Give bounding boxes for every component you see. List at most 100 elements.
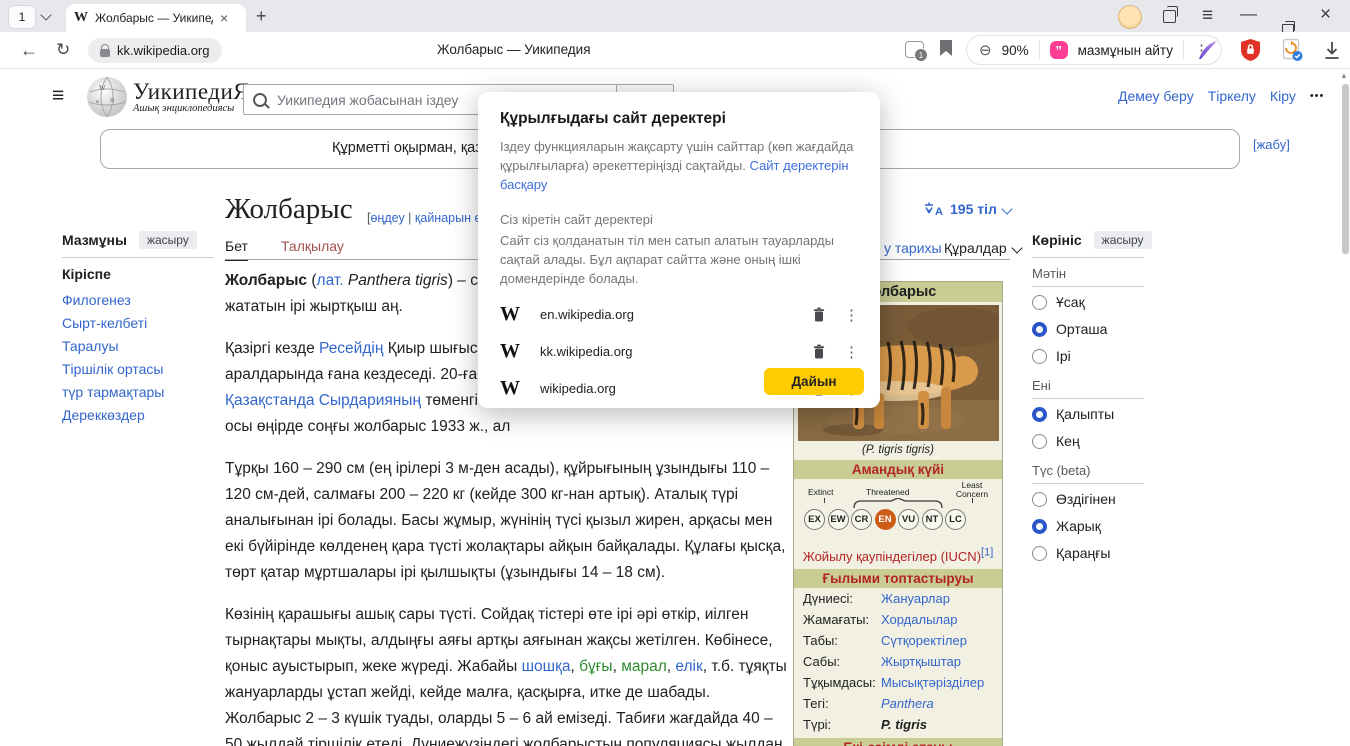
separator: | (405, 211, 415, 225)
header-more-icon[interactable]: ••• (1310, 90, 1325, 102)
divider (1032, 286, 1144, 287)
new-tab-button[interactable]: + (256, 6, 267, 27)
site-menu-icon[interactable]: ⋮ (844, 343, 854, 361)
site-row-en: W en.wikipedia.org ⋮ (500, 296, 858, 333)
reload-icon[interactable]: ↻ (56, 40, 70, 60)
latin-link[interactable]: лат. (317, 272, 344, 289)
toc-item-subspecies[interactable]: түр тармақтары (62, 384, 164, 400)
edit-links: [өңдеу | қайнарын өңд (367, 211, 496, 225)
tax-row-species: Түрі:P. tigris (794, 714, 1002, 735)
tab-counter-button[interactable]: 1 (8, 5, 36, 29)
radio-color-light[interactable]: Жарық (1032, 518, 1101, 534)
back-icon[interactable]: ← (20, 40, 38, 61)
tax-row-family: Тұқымдасы:Мысықтәрізділер (794, 672, 1002, 693)
scrollbar-up-icon[interactable]: ▲ (1340, 71, 1348, 80)
radio-text-standard[interactable]: Орташа (1032, 321, 1107, 337)
appearance-header: Көрініс жасыру (1032, 231, 1152, 249)
site-notice-close-link[interactable]: [жабу] (1253, 137, 1290, 152)
toc-item-references[interactable]: Дереккөздер (62, 407, 145, 423)
deer-link[interactable]: бұғы (579, 658, 612, 675)
language-selector[interactable]: A 195 тіл (924, 201, 1011, 217)
tab-article[interactable]: Бет (225, 238, 248, 261)
radio-selected-icon[interactable] (1032, 519, 1047, 534)
tools-dropdown[interactable]: Құралдар (944, 240, 1021, 256)
browser-titlebar: 1 W Жолбарыс — Уикипед × + ≡ — × (0, 0, 1350, 32)
toc-hide-button[interactable]: жасыру (139, 231, 197, 249)
tax-row-order: Сабы:Жыртқыштар (794, 651, 1002, 672)
radio-selected-icon[interactable] (1032, 407, 1047, 422)
toc-header: Мазмұны жасыру (62, 231, 197, 249)
read-aloud-button[interactable]: мазмұнын айту (1078, 43, 1173, 58)
tab-title: Жолбарыс — Уикипед (95, 11, 213, 25)
tax-row-phylum: Жамағаты:Хордалылар (794, 609, 1002, 630)
radio-icon[interactable] (1032, 434, 1047, 449)
window-close-button[interactable]: × (1320, 4, 1331, 26)
delete-icon[interactable] (812, 344, 826, 360)
tab-history-fragment[interactable]: у тарихы (884, 240, 942, 256)
toc-item-distribution[interactable]: Таралуы (62, 338, 119, 354)
lock-icon (100, 49, 110, 57)
maral-link[interactable]: марал (621, 658, 667, 675)
translate-page-icon[interactable] (1282, 38, 1304, 62)
toc-item-habitat[interactable]: Тіршілік ортасы (62, 361, 163, 377)
wiki-wordmark[interactable]: УикипедиЯ Ашық энциклопедиясы (133, 79, 249, 114)
toc-item-appearance[interactable]: Сырт-келбеті (62, 315, 147, 331)
done-button[interactable]: Дайын (764, 368, 864, 395)
roe-deer-link[interactable]: елік (675, 658, 702, 675)
edit-link[interactable]: өңдеу (370, 211, 404, 225)
status-code-lc: LC (945, 509, 966, 530)
read-aloud-icon[interactable]: ” (1050, 41, 1068, 59)
toc-item-intro[interactable]: Кіріспе (62, 266, 111, 282)
wiki-hamburger-icon[interactable]: ≡ (52, 84, 64, 108)
kazakhstan-syrdarya-link[interactable]: Қазақстанда Сырдарияның (225, 392, 421, 409)
profile-avatar[interactable] (1118, 5, 1142, 29)
radio-icon[interactable] (1032, 295, 1047, 310)
scrollbar-thumb[interactable] (1342, 84, 1349, 254)
russia-link[interactable]: Ресейдің (319, 340, 383, 357)
collections-icon[interactable]: 1 (905, 41, 924, 58)
minimize-button[interactable]: — (1240, 4, 1257, 24)
address-bar[interactable]: kk.wikipedia.org (88, 38, 222, 63)
active-tab[interactable]: W Жолбарыс — Уикипед × (66, 4, 246, 32)
svg-text:ѳ: ѳ (96, 99, 99, 105)
reference-1[interactable]: [1] (981, 547, 993, 559)
radio-text-small[interactable]: Ұсақ (1032, 294, 1085, 310)
radio-icon[interactable] (1032, 349, 1047, 364)
lead-bold-term: Жолбарыс (225, 272, 307, 289)
status-code-cr: CR (851, 509, 872, 530)
appearance-hide-button[interactable]: жасыру (1094, 231, 1152, 249)
svg-text:W: W (99, 84, 106, 92)
dialog-section-title: Сіз кіретін сайт деректері (500, 210, 858, 229)
article-title: Жолбарыс (225, 193, 353, 226)
radio-selected-icon[interactable] (1032, 322, 1047, 337)
tab-list-chevron-icon[interactable] (40, 9, 51, 20)
tab-groups-icon[interactable] (1163, 10, 1176, 23)
radio-color-dark[interactable]: Қараңғы (1032, 545, 1110, 561)
site-menu-icon[interactable]: ⋮ (844, 306, 854, 324)
tab-close-icon[interactable]: × (220, 10, 228, 26)
login-link[interactable]: Кіру (1270, 88, 1296, 104)
radio-width-standard[interactable]: Қалыпты (1032, 406, 1114, 422)
boar-link[interactable]: шошқа (522, 658, 571, 675)
zoom-out-icon[interactable]: ⊖ (979, 41, 992, 59)
yandex-pen-icon[interactable] (1197, 39, 1219, 61)
delete-icon[interactable] (812, 307, 826, 323)
donate-link[interactable]: Демеу беру (1118, 88, 1194, 104)
status-code-ew: EW (828, 509, 849, 530)
wikipedia-logo[interactable]: W И ѳ (86, 76, 128, 118)
browser-menu-icon[interactable]: ≡ (1202, 5, 1213, 27)
register-link[interactable]: Тіркелу (1208, 88, 1256, 104)
protect-shield-icon[interactable] (1240, 38, 1261, 62)
bookmark-icon[interactable] (940, 40, 952, 56)
zoom-level[interactable]: 90% (1002, 43, 1029, 58)
radio-text-large[interactable]: Ірі (1032, 348, 1071, 364)
tab-talk[interactable]: Талқылау (281, 238, 344, 254)
iucn-link[interactable]: Жойылу қаупіндегілер (IUCN) (803, 549, 981, 564)
radio-icon[interactable] (1032, 492, 1047, 507)
toc-item-phylogenesis[interactable]: Филогенез (62, 292, 131, 308)
radio-color-auto[interactable]: Өздігінен (1032, 491, 1116, 507)
svg-text:A: A (935, 206, 943, 217)
radio-width-wide[interactable]: Кең (1032, 433, 1080, 449)
downloads-icon[interactable] (1324, 41, 1340, 60)
radio-icon[interactable] (1032, 546, 1047, 561)
